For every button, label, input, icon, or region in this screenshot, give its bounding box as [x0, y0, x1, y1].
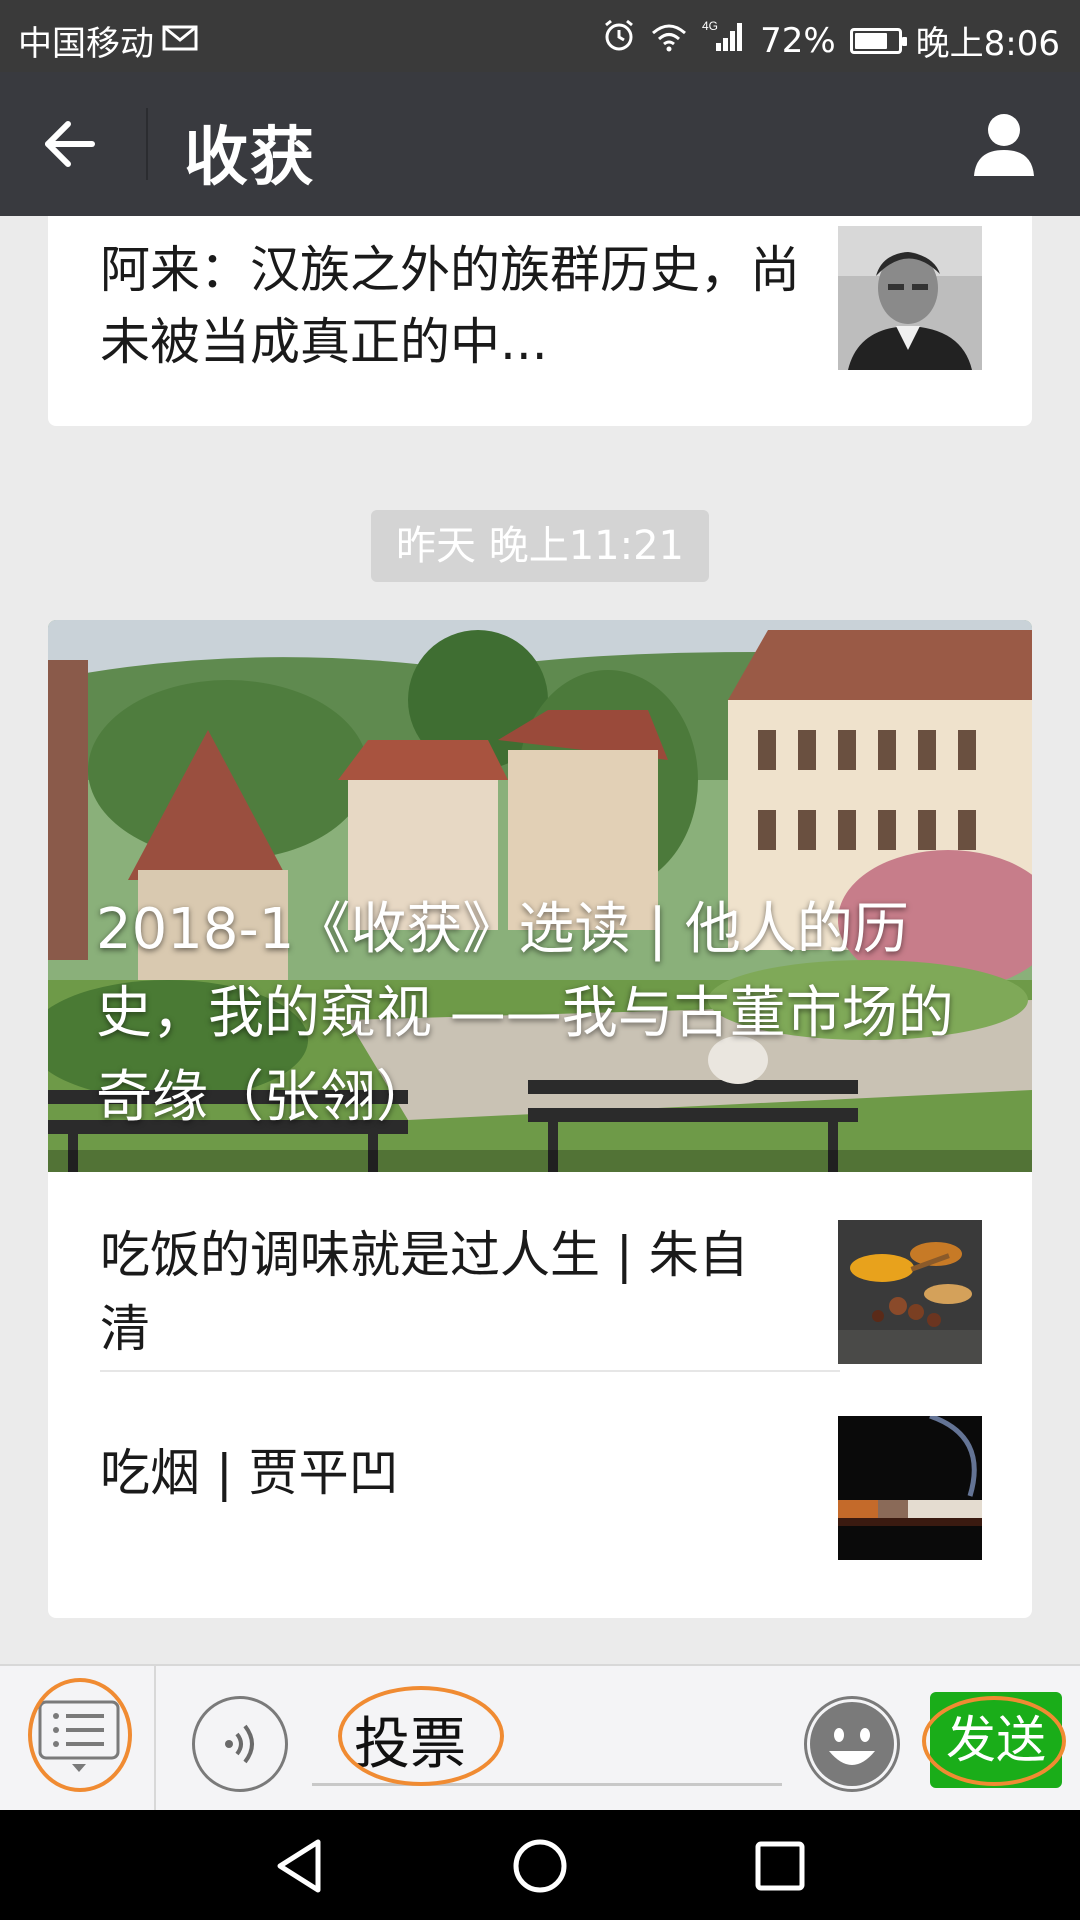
emoji-button[interactable]	[804, 1696, 900, 1792]
nav-home-button[interactable]	[508, 1834, 572, 1898]
nav-back-button[interactable]	[270, 1834, 334, 1898]
menu-divider	[154, 1666, 156, 1812]
message-timestamp: 昨天 晚上11:21	[371, 510, 709, 582]
voice-button[interactable]	[192, 1696, 288, 1792]
battery-percent: 72%	[760, 20, 836, 61]
article-title: 吃饭的调味就是过人生 | 朱自清	[100, 1226, 749, 1358]
menu-list-icon	[38, 1700, 120, 1772]
profile-button[interactable]	[972, 110, 1036, 178]
author-portrait-thumbnail	[838, 226, 982, 370]
status-right: 4G 72% 晚上8:06	[602, 16, 1060, 65]
network-type-label: 4G	[702, 19, 718, 33]
chat-input-bar: 发送	[0, 1664, 1080, 1812]
status-left: 中国移动	[18, 16, 198, 65]
mail-icon	[162, 21, 198, 61]
back-triangle-icon	[277, 1839, 321, 1893]
list-item[interactable]: 吃饭的调味就是过人生 | 朱自清	[48, 1172, 1032, 1372]
battery-icon	[849, 27, 907, 54]
back-button[interactable]	[40, 114, 100, 174]
recents-square-icon	[755, 1841, 805, 1891]
wifi-icon	[650, 21, 688, 61]
article-title: 吃烟 | 贾平凹	[100, 1444, 399, 1502]
screen: 中国移动 4G 72% 晚上8:06 收获 阿来：汉族之外的族群历史，尚未被当成…	[0, 0, 1080, 1920]
alarm-icon	[602, 19, 636, 62]
spices-thumbnail	[838, 1220, 982, 1364]
list-item[interactable]: 吃烟 | 贾平凹	[48, 1372, 1032, 1572]
send-button[interactable]: 发送	[930, 1692, 1062, 1788]
person-icon	[974, 114, 1034, 176]
cigarette-thumbnail	[838, 1416, 982, 1560]
article-bundle-card: 2018-1《收获》选读 | 他人的历史，我的窥视 ——我与古董市场的奇缘（张翎…	[48, 620, 1032, 1618]
status-bar: 中国移动 4G 72% 晚上8:06	[0, 0, 1080, 72]
hero-article[interactable]: 2018-1《收获》选读 | 他人的历史，我的窥视 ——我与古董市场的奇缘（张翎…	[48, 620, 1032, 1172]
hero-title: 2018-1《收获》选读 | 他人的历史，我的窥视 ——我与古董市场的奇缘（张翎…	[96, 897, 954, 1130]
android-nav-bar	[0, 1810, 1080, 1920]
nav-recents-button[interactable]	[748, 1834, 812, 1898]
menu-toggle-button[interactable]	[36, 1698, 122, 1774]
title-divider	[146, 108, 148, 180]
prev-article-card[interactable]: 阿来：汉族之外的族群历史，尚未被当成真正的中...	[48, 216, 1032, 426]
clock: 晚上8:06	[915, 24, 1060, 64]
prev-article-title: 阿来：汉族之外的族群历史，尚未被当成真正的中...	[100, 241, 800, 371]
emoji-icon	[810, 1702, 894, 1786]
carrier-label: 中国移动	[18, 24, 154, 64]
home-circle-icon	[513, 1839, 567, 1893]
signal-icon: 4G	[702, 19, 746, 62]
page-title: 收获	[184, 121, 316, 195]
battery-fill	[854, 32, 887, 49]
voice-icon	[225, 1724, 254, 1764]
title-bar: 收获	[0, 72, 1080, 216]
message-input[interactable]	[312, 1696, 782, 1786]
arrow-left-icon	[45, 121, 95, 167]
